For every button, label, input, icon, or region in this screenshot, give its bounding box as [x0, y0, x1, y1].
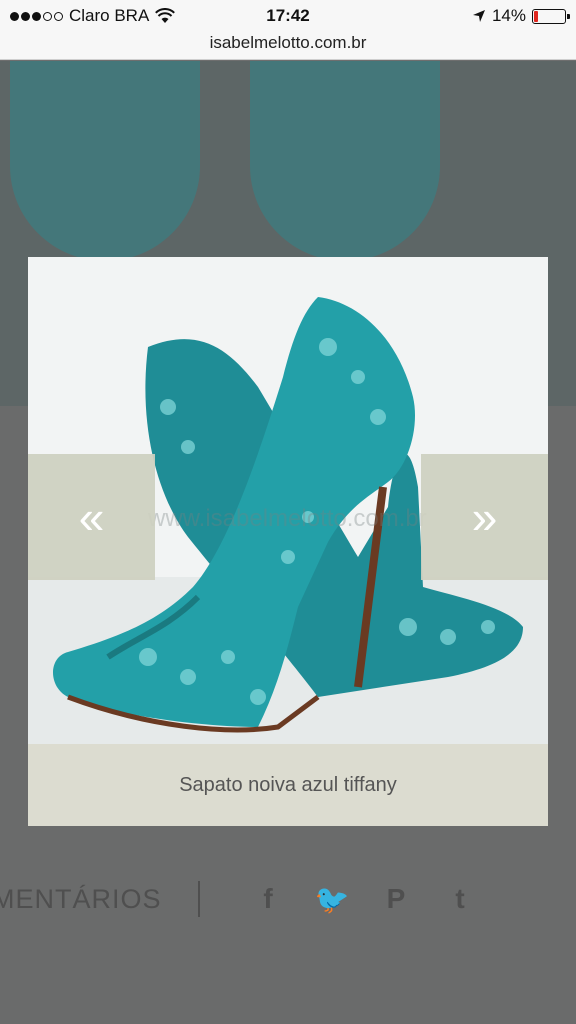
- twitter-icon[interactable]: 🐦: [300, 883, 364, 916]
- double-chevron-right-icon: »: [471, 491, 498, 543]
- location-arrow-icon: [472, 10, 485, 22]
- image-watermark: www.isabelmelotto.com.br: [148, 505, 427, 532]
- tumblr-icon[interactable]: t: [428, 883, 492, 915]
- battery-level: [534, 10, 539, 22]
- next-image-button[interactable]: »: [421, 454, 548, 580]
- previous-image-button[interactable]: «: [28, 454, 155, 580]
- pinterest-icon[interactable]: P: [364, 883, 428, 915]
- status-left: Claro BRA: [10, 6, 176, 26]
- battery-icon: [532, 8, 570, 24]
- carrier-name: Claro BRA: [69, 6, 150, 25]
- url-text[interactable]: isabelmelotto.com.br: [210, 33, 367, 52]
- signal-strength-icon: [10, 11, 63, 21]
- lightbox-modal: www.isabelmelotto.com.br « » Sapato noiv…: [28, 257, 548, 826]
- image-caption: Sapato noiva azul tiffany: [28, 744, 548, 826]
- product-image: www.isabelmelotto.com.br « »: [28, 257, 548, 744]
- comments-link[interactable]: MENTÁRIOS: [0, 884, 192, 915]
- share-bar: MENTÁRIOS f 🐦 P t: [0, 869, 576, 929]
- status-right: 14%: [472, 6, 570, 26]
- address-bar[interactable]: isabelmelotto.com.br: [0, 32, 576, 60]
- facebook-icon[interactable]: f: [236, 883, 300, 915]
- wifi-icon: [155, 8, 176, 23]
- share-divider: [198, 881, 200, 917]
- status-bar: Claro BRA 17:42 14%: [0, 0, 576, 32]
- status-time: 17:42: [266, 6, 310, 25]
- battery-percent: 14%: [491, 6, 526, 25]
- caption-text: Sapato noiva azul tiffany: [179, 773, 397, 796]
- double-chevron-left-icon: «: [78, 491, 105, 543]
